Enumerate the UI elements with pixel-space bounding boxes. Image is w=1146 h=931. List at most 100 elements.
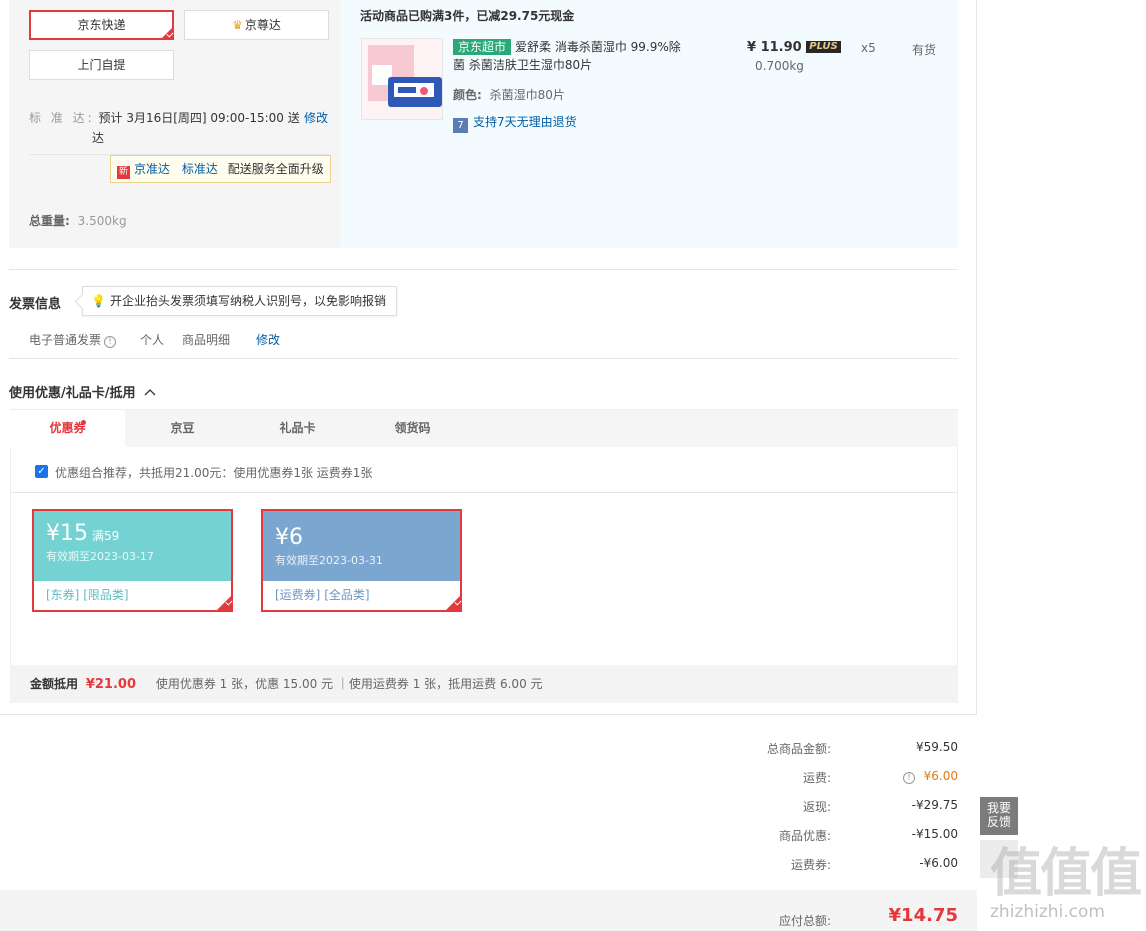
cashback-label: 返现: xyxy=(802,800,831,814)
product-quantity: x5 xyxy=(861,41,876,55)
coupon-top: ¥6 有效期至2023-03-31 xyxy=(263,511,460,581)
color-value: 杀菌湿巾80片 xyxy=(489,88,565,102)
discount-summary: 金额抵用 ¥21.00 使用优惠券 1 张，优惠 15.00 元 ｜使用运费券 … xyxy=(10,665,958,703)
total-label: 总商品金额: xyxy=(766,742,831,756)
new-badge: 新 xyxy=(117,166,130,179)
standard-delivery-row: 标 准 达: 预计 3月16日[周四] 09:00-15:00 送 修改 达 xyxy=(29,108,329,148)
product-color-row: 颜色: 杀菌湿巾80片 xyxy=(453,86,565,103)
tab-redeem-code[interactable]: 领货码 xyxy=(355,410,470,448)
stock-status: 有货 xyxy=(912,43,937,57)
jingzhunda-link[interactable]: 京准达 xyxy=(134,162,170,176)
discount-tabs: 优惠券 京豆 礼品卡 领货码 xyxy=(10,409,958,448)
product-name-line2: 菌 杀菌洁肤卫生湿巾80片 xyxy=(453,58,593,72)
watermark: 值值值 zhizhizhi.com xyxy=(990,848,1146,931)
coupon-tags: [东券] [限品类] xyxy=(34,581,231,608)
coupon-tags: [运费券] [全品类] xyxy=(263,581,460,608)
product-discount-value: -¥15.00 xyxy=(911,827,958,841)
coupon-symbol: ¥ xyxy=(46,521,60,546)
shipping-coupon-value: -¥6.00 xyxy=(919,856,958,870)
product-weight: 0.700kg xyxy=(755,59,804,73)
discount-section-toggle[interactable]: 使用优惠/礼品卡/抵用 xyxy=(9,382,156,401)
invoice-tip-text: 开企业抬头发票须填写纳税人识别号，以免影响报销 xyxy=(109,294,386,308)
payable-label: 应付总额: xyxy=(778,914,831,928)
return-policy-link[interactable]: 支持7天无理由退货 xyxy=(473,115,577,129)
invoice-holder: 个人 xyxy=(140,333,165,347)
watermark-logo: 值值值 xyxy=(990,843,1142,904)
seven-day-return-icon: 7 xyxy=(453,118,468,133)
page-frame-bottom xyxy=(0,714,977,715)
coupon-tag: [全品类] xyxy=(324,588,370,602)
feedback-label-line2: 反馈 xyxy=(986,815,1011,829)
coupon-panel: ✓ 优惠组合推荐，共抵用21.00元：使用优惠券1张 运费券1张 ¥15 满59 … xyxy=(10,447,958,665)
jd-supermarket-tag: 京东超市 xyxy=(453,39,512,55)
modify-invoice-link[interactable]: 修改 xyxy=(256,331,280,348)
summary-label: 金额抵用 xyxy=(30,677,79,691)
divider xyxy=(9,358,958,359)
color-label: 颜色: xyxy=(453,88,482,102)
total-weight-value: 3.500kg xyxy=(77,214,127,228)
coupon-top: ¥15 满59 有效期至2023-03-17 xyxy=(34,511,231,581)
product-price: ¥ 11.90 xyxy=(747,40,802,55)
total-weight-label: 总重量: xyxy=(29,214,70,228)
plus-badge: PLUS xyxy=(806,41,841,53)
payable-value: ¥14.75 xyxy=(888,905,958,926)
return-policy-row: 7 支持7天无理由退货 xyxy=(453,113,577,133)
watermark-url: zhizhizhi.com xyxy=(990,902,1105,922)
shipping-fee-label: 运费: xyxy=(802,771,831,785)
coupon-symbol: ¥ xyxy=(275,525,289,550)
tab-jingdou[interactable]: 京豆 xyxy=(125,410,240,448)
product-panel: 活动商品已购满3件，已减29.75元现金 京东超市 爱舒柔 消毒杀菌湿巾 99.9… xyxy=(340,0,958,248)
selected-check-icon xyxy=(160,26,174,40)
coupon-tag: [限品类] xyxy=(83,588,129,602)
premium-shipping-label: 京尊达 xyxy=(244,18,281,32)
coupon-amount: 15 xyxy=(60,521,88,546)
product-thumbnail[interactable] xyxy=(361,38,443,120)
delivery-upgrade-tip: 新京准达 标准达 配送服务全面升级 xyxy=(110,155,331,183)
product-name-line1: 爱舒柔 消毒杀菌湿巾 99.9%除 xyxy=(515,40,681,54)
total-value: ¥59.50 xyxy=(916,740,958,754)
coupon-card[interactable]: ¥15 满59 有效期至2023-03-17 [东券] [限品类] xyxy=(32,509,233,612)
payable-bar: 应付总额: ¥14.75 xyxy=(0,890,977,931)
divider xyxy=(11,492,957,493)
recommend-checkbox[interactable]: ✓ xyxy=(35,465,48,478)
coupon-expiry: 有效期至2023-03-31 xyxy=(275,554,383,567)
summary-detail: 使用优惠券 1 张，优惠 15.00 元 ｜使用运费券 1 张，抵用运费 6.0… xyxy=(155,677,543,691)
shipping-fee-value: ¥6.00 xyxy=(923,769,958,783)
notification-dot xyxy=(81,420,86,425)
info-icon[interactable]: ! xyxy=(104,336,117,348)
biaozhunda-link[interactable]: 标准达 xyxy=(182,162,218,176)
product-image xyxy=(362,39,442,119)
chevron-up-icon xyxy=(144,389,156,396)
shipping-coupon-label: 运费券: xyxy=(790,858,831,872)
coupon-card[interactable]: ¥6 有效期至2023-03-31 [运费券] [全品类] xyxy=(261,509,462,612)
pickup-option[interactable]: 上门自提 xyxy=(29,50,174,80)
feedback-button[interactable]: 我要 反馈 xyxy=(980,797,1018,835)
product-title[interactable]: 京东超市 爱舒柔 消毒杀菌湿巾 99.9%除 菌 杀菌洁肤卫生湿巾80片 xyxy=(453,38,703,74)
invoice-tip: 💡 开企业抬头发票须填写纳税人识别号，以免影响报销 xyxy=(82,286,397,316)
standard-delivery-label: 标 准 达: xyxy=(29,111,95,125)
modify-delivery-link[interactable]: 修改 xyxy=(304,108,328,128)
invoice-type: 电子普通发票! xyxy=(29,331,117,348)
divider xyxy=(9,269,958,270)
premium-shipping-option[interactable]: ♛ 京尊达 xyxy=(184,10,329,40)
invoice-content: 商品明细 xyxy=(182,333,231,347)
feedback-label-line1: 我要 xyxy=(986,801,1011,815)
standard-delivery-time-cont: 达 xyxy=(92,131,105,145)
page-frame-right xyxy=(976,0,977,714)
invoice-section-title: 发票信息 xyxy=(9,297,62,312)
product-discount-label: 商品优惠: xyxy=(778,829,831,843)
express-shipping-label: 京东快递 xyxy=(77,18,126,32)
coupon-amount: 6 xyxy=(289,525,303,550)
express-shipping-option[interactable]: 京东快递 xyxy=(29,10,174,40)
lightbulb-icon: 💡 xyxy=(91,294,106,308)
upgrade-tip-text: 配送服务全面升级 xyxy=(227,162,324,176)
crown-icon: ♛ xyxy=(232,18,243,32)
recommend-text: 优惠组合推荐，共抵用21.00元：使用优惠券1张 运费券1张 xyxy=(55,466,373,480)
shipping-panel: 京东快递 ♛ 京尊达 上门自提 标 准 达: 预计 3月16日[周四] 09:00… xyxy=(9,0,340,248)
summary-amount: ¥21.00 xyxy=(85,677,137,692)
tab-coupons[interactable]: 优惠券 xyxy=(10,410,125,448)
tab-gift-card[interactable]: 礼品卡 xyxy=(240,410,355,448)
coupon-tag: [运费券] xyxy=(275,588,321,602)
promo-text: 活动商品已购满3件，已减29.75元现金 xyxy=(360,9,575,23)
pickup-label: 上门自提 xyxy=(77,58,126,72)
